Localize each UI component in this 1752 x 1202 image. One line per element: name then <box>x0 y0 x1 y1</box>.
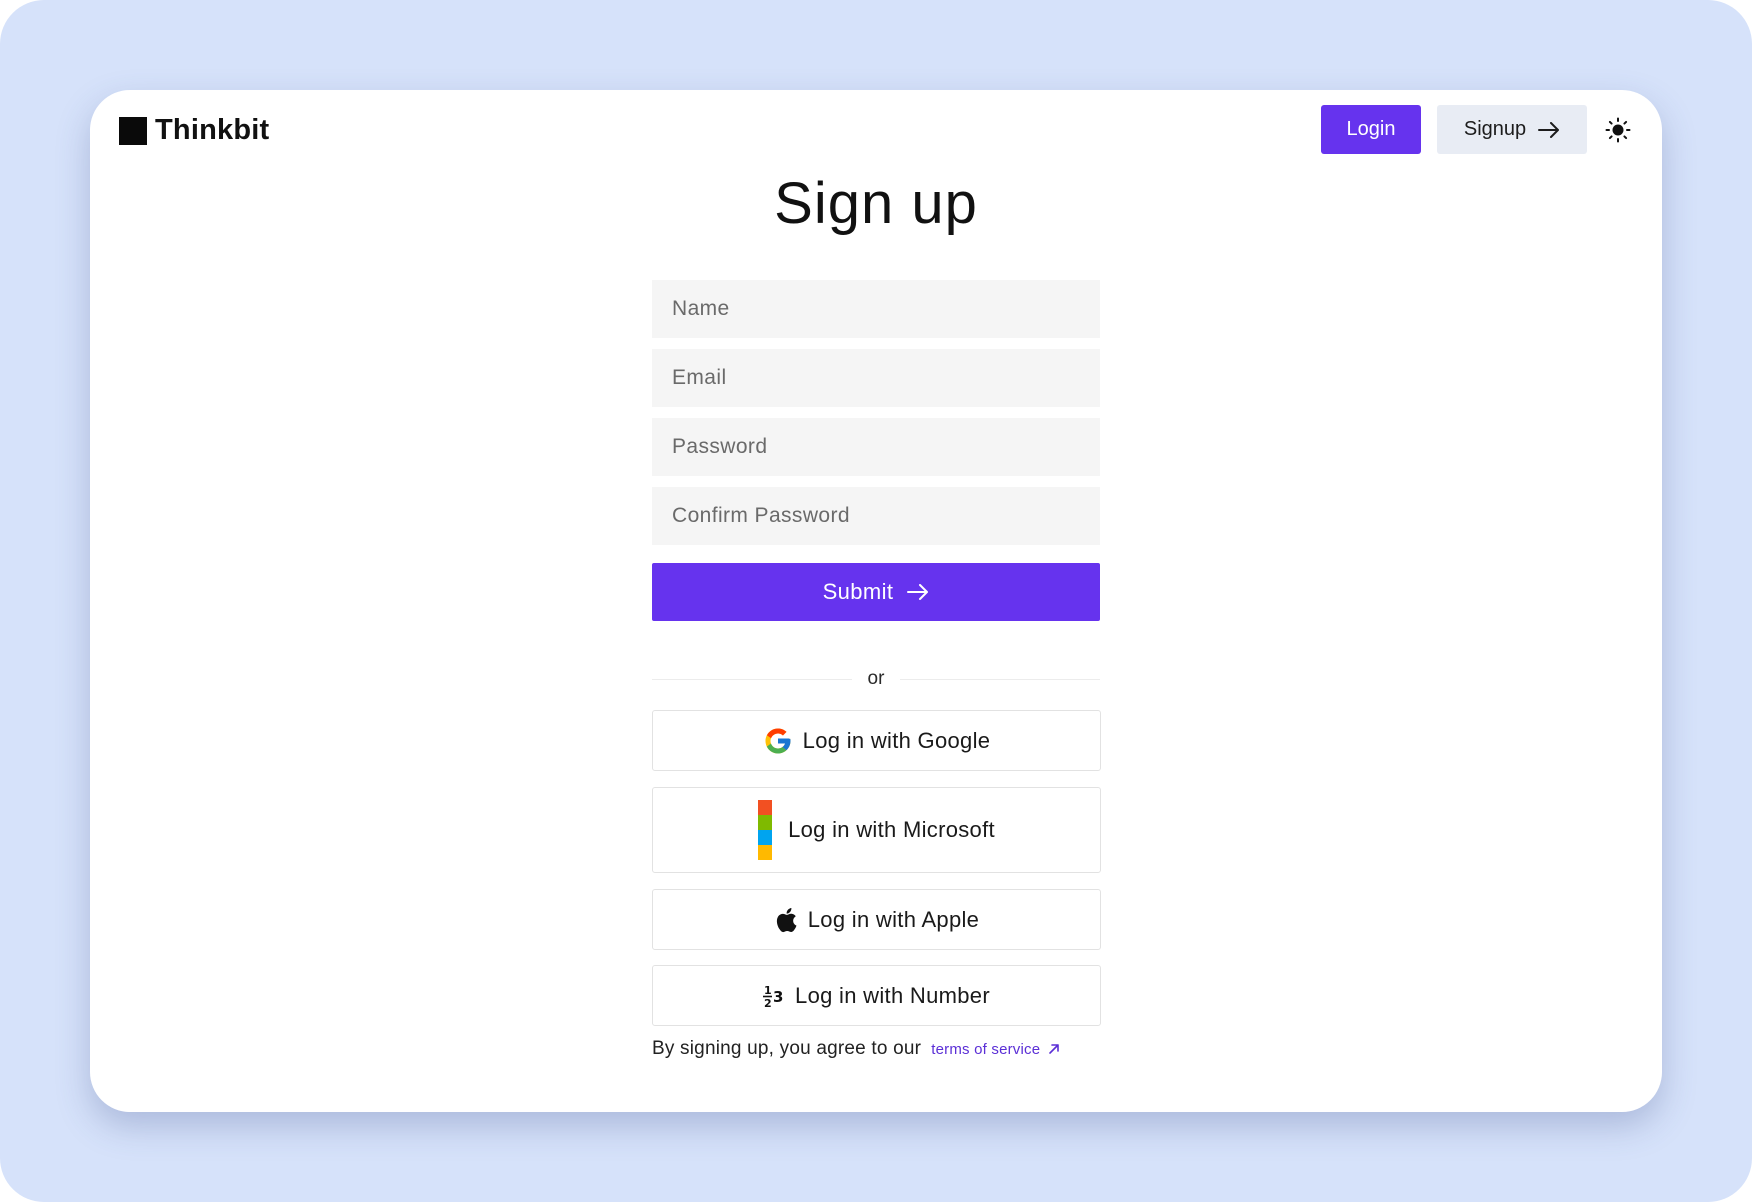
terms-notice: By signing up, you agree to our terms of… <box>652 1038 1060 1060</box>
arrow-right-icon <box>907 584 929 600</box>
terms-link-label: terms of service <box>931 1040 1041 1058</box>
brand[interactable]: Thinkbit <box>119 114 269 147</box>
google-login-button[interactable]: Log in with Google <box>652 710 1101 771</box>
terms-of-service-link[interactable]: terms of service <box>931 1041 1060 1058</box>
login-button[interactable]: Login <box>1321 105 1421 154</box>
apple-login-label: Log in with Apple <box>807 906 980 932</box>
divider-line-left <box>652 678 852 680</box>
google-icon <box>763 726 793 756</box>
microsoft-icon <box>758 800 773 860</box>
or-divider: or <box>652 666 1100 692</box>
svg-text:2: 2 <box>764 997 772 1009</box>
google-login-label: Log in with Google <box>802 727 991 753</box>
apple-icon <box>774 907 798 933</box>
signup-card: Thinkbit Login Signup Sign up Name Email… <box>90 90 1662 1112</box>
page-title: Sign up <box>774 171 978 236</box>
numbers-icon: 1 2 3 <box>763 983 785 1009</box>
divider-text: or <box>867 668 885 689</box>
external-link-icon <box>1048 1043 1060 1055</box>
sun-icon <box>1605 117 1631 143</box>
submit-button[interactable]: Submit <box>652 563 1100 621</box>
password-input[interactable] <box>652 418 1100 476</box>
svg-text:3: 3 <box>773 988 784 1006</box>
arrow-right-icon <box>1538 121 1560 138</box>
theme-toggle[interactable] <box>1604 116 1632 144</box>
number-login-label: Log in with Number <box>795 982 990 1008</box>
apple-login-button[interactable]: Log in with Apple <box>652 889 1101 950</box>
number-login-button[interactable]: 1 2 3 Log in with Number <box>652 965 1101 1026</box>
confirm-password-input[interactable] <box>652 487 1100 545</box>
brand-logo-square <box>119 116 147 145</box>
brand-name: Thinkbit <box>155 114 270 146</box>
divider-line-right <box>900 678 1100 680</box>
signup-button-label: Signup <box>1463 118 1527 140</box>
email-input[interactable] <box>652 349 1100 407</box>
signup-button[interactable]: Signup <box>1437 105 1587 154</box>
terms-agree-text: By signing up, you agree to our <box>652 1038 922 1059</box>
svg-text:1: 1 <box>764 984 772 997</box>
microsoft-login-label: Log in with Microsoft <box>788 817 995 842</box>
microsoft-login-button[interactable]: Log in with Microsoft <box>652 787 1101 873</box>
name-input[interactable] <box>652 280 1100 338</box>
submit-button-label: Submit <box>822 579 894 604</box>
